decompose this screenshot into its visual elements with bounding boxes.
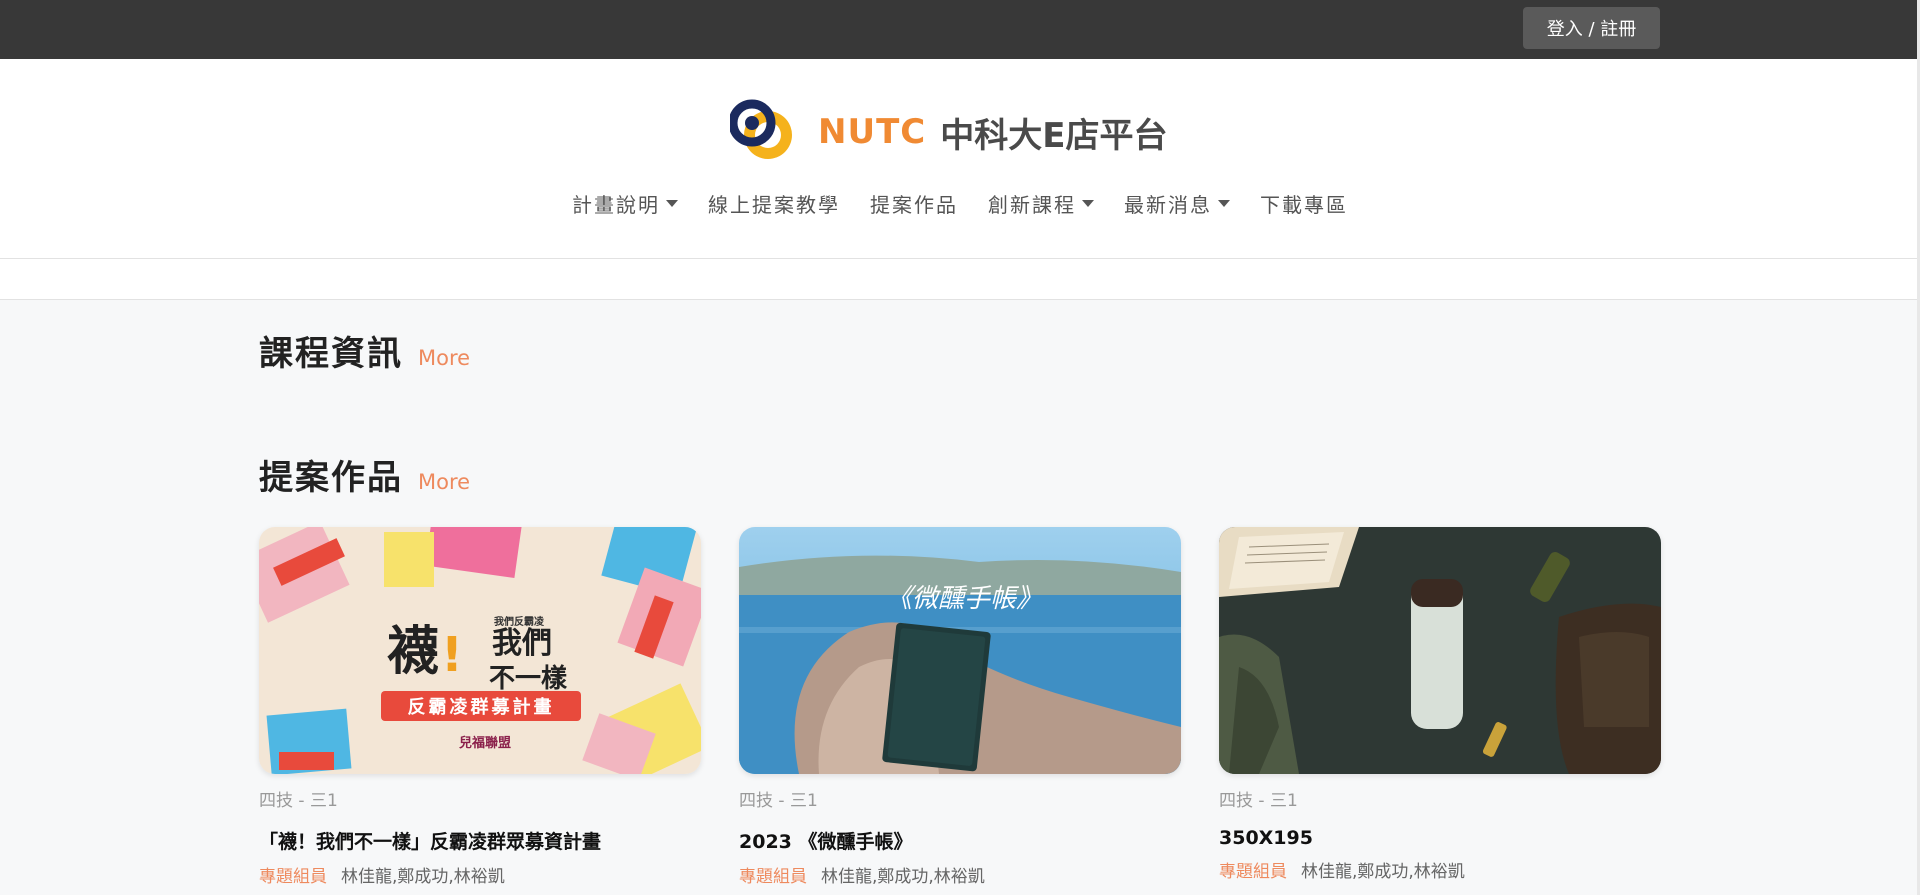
section-title: 提案作品 <box>259 458 403 498</box>
site-logo[interactable]: NUTC 中科大E店平台 <box>730 97 1167 167</box>
brand-name-en: NUTC <box>818 112 927 152</box>
card-thumbnail[interactable] <box>1219 527 1661 774</box>
card-thumbnail[interactable]: 我們反霸凌 襪 ! 我們 不一樣 反霸凌群募計畫 兒福聯盟 <box>259 527 701 774</box>
members-names: 林佳龍,鄭成功,林裕凱 <box>821 867 985 887</box>
proposal-card[interactable]: 四技 - 三1 350X195 專題組員 林佳龍,鄭成功,林裕凱 <box>1219 527 1661 887</box>
caret-down-icon <box>1218 200 1230 207</box>
image-big-text: 我們 <box>492 626 552 661</box>
tumbler-flatlay-image <box>1219 527 1661 774</box>
caret-down-icon <box>1082 200 1094 207</box>
image-org-text: 兒福聯盟 <box>459 735 511 751</box>
members-label: 專題組員 <box>739 867 807 887</box>
nav-item-courses[interactable]: 創新課程 <box>988 189 1094 218</box>
nav-item-label: 線上提案教學 <box>708 193 840 217</box>
top-bar: 登入 / 註冊 <box>0 0 1920 59</box>
nav-item-proposals[interactable]: 提案作品 <box>870 189 958 218</box>
site-header: NUTC 中科大E店平台 計畫說明 線上提案教學 提案作品 創新課程 最新消息 … <box>0 59 1920 259</box>
card-title[interactable]: 350X195 <box>1219 827 1661 849</box>
card-title[interactable]: 「襪！我們不一樣」反霸凌群眾募資計畫 <box>259 827 701 854</box>
card-members: 專題組員 林佳龍,鄭成功,林裕凱 <box>259 862 701 887</box>
notebook-seaside-image: 《微醺手帳》 <box>739 527 1181 774</box>
nav-item-tutorial[interactable]: 線上提案教學 <box>708 189 840 218</box>
courses-section-header: 課程資訊 More <box>259 326 470 375</box>
proposal-card[interactable]: 《微醺手帳》 四技 - 三1 2023 《微醺手帳》 專題組員 林佳龍,鄭成功,林… <box>739 527 1181 887</box>
section-title: 課程資訊 <box>259 334 403 374</box>
socks-campaign-image: 我們反霸凌 襪 ! 我們 不一樣 反霸凌群募計畫 兒福聯盟 <box>259 527 701 774</box>
image-script-text: 《微醺手帳》 <box>886 584 1042 614</box>
card-category: 四技 - 三1 <box>259 791 338 811</box>
nav-item-label: 最新消息 <box>1124 193 1212 217</box>
login-register-button[interactable]: 登入 / 註冊 <box>1523 7 1660 49</box>
nav-item-downloads[interactable]: 下載專區 <box>1260 189 1348 218</box>
proposal-cards: 我們反霸凌 襪 ! 我們 不一樣 反霸凌群募計畫 兒福聯盟 四技 - 三1 「襪… <box>259 527 1661 887</box>
nav-item-news[interactable]: 最新消息 <box>1124 189 1230 218</box>
proposals-section-header: 提案作品 More <box>259 450 470 499</box>
card-title[interactable]: 2023 《微醺手帳》 <box>739 827 1181 854</box>
header-subbar <box>0 259 1920 300</box>
card-members: 專題組員 林佳龍,鄭成功,林裕凱 <box>739 862 1181 887</box>
proposals-more-link[interactable]: More <box>418 470 470 494</box>
svg-text:!: ! <box>441 627 463 683</box>
card-thumbnail[interactable]: 《微醺手帳》 <box>739 527 1181 774</box>
main-nav: 計畫說明 線上提案教學 提案作品 創新課程 最新消息 下載專區 <box>0 189 1920 218</box>
members-label: 專題組員 <box>259 867 327 887</box>
card-category: 四技 - 三1 <box>1219 791 1298 811</box>
card-members: 專題組員 林佳龍,鄭成功,林裕凱 <box>1219 857 1661 882</box>
courses-more-link[interactable]: More <box>418 346 470 370</box>
nav-item-label: 下載專區 <box>1260 193 1348 217</box>
nutc-logo-icon <box>730 99 792 159</box>
image-band-text: 反霸凌群募計畫 <box>408 696 555 718</box>
image-big-text: 襪 <box>387 622 439 682</box>
caret-down-icon <box>666 200 678 207</box>
nav-item-label: 計畫說明 <box>572 193 660 217</box>
proposal-card[interactable]: 我們反霸凌 襪 ! 我們 不一樣 反霸凌群募計畫 兒福聯盟 四技 - 三1 「襪… <box>259 527 701 887</box>
members-label: 專題組員 <box>1219 862 1287 882</box>
nav-item-label: 創新課程 <box>988 193 1076 217</box>
image-big-text: 不一樣 <box>489 663 568 694</box>
nav-item-label: 提案作品 <box>870 193 958 217</box>
nav-item-plan[interactable]: 計畫說明 <box>572 189 678 218</box>
brand-name-zh: 中科大E店平台 <box>940 115 1168 156</box>
card-category: 四技 - 三1 <box>739 791 818 811</box>
members-names: 林佳龍,鄭成功,林裕凱 <box>341 867 505 887</box>
members-names: 林佳龍,鄭成功,林裕凱 <box>1301 862 1465 882</box>
